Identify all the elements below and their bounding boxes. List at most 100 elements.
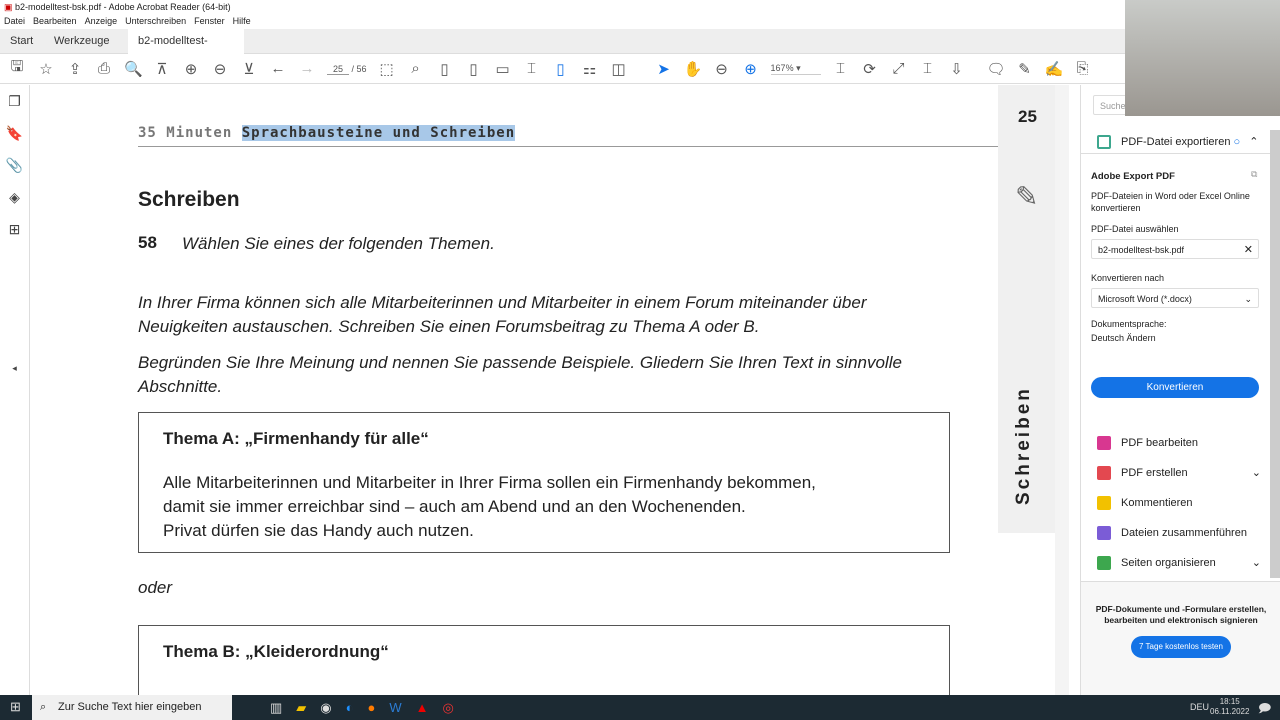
prev-page-icon[interactable]: ⊕	[182, 60, 200, 78]
clock[interactable]: 18:15 06.11.2022	[1210, 697, 1249, 717]
tool-seiten-organisieren[interactable]: Seiten organisieren ⌄	[1081, 548, 1271, 578]
marquee-zoom-icon[interactable]: ⬚	[378, 60, 396, 78]
notification-icon[interactable]: 🗩	[1258, 699, 1271, 720]
bookmark-icon[interactable]: 🔖	[0, 117, 29, 149]
theme-a-line: Alle Mitarbeiterinnen und Mitarbeiter in…	[163, 473, 816, 492]
page-view-icon[interactable]: ▯	[436, 60, 454, 78]
zoom-select[interactable]: 167% ▾	[770, 63, 821, 75]
webcam-overlay	[1125, 0, 1280, 116]
tab-start[interactable]: Start	[10, 29, 33, 54]
last-page-icon[interactable]: ⊻	[240, 60, 258, 78]
task-number: 58	[138, 233, 157, 252]
taskbar: ⊞ ⌕ Zur Suche Text hier eingeben ▥ ▰ ◉ ◐ …	[0, 695, 1280, 720]
clear-icon[interactable]: ✕	[1244, 240, 1253, 260]
layers-icon[interactable]: ◈	[0, 181, 29, 213]
promo-panel: PDF-Dokumente und -Formulare erstellen, …	[1081, 581, 1280, 695]
fit-width-icon[interactable]: ▭	[494, 60, 512, 78]
format-select[interactable]: Microsoft Word (*.docx) ⌄	[1091, 288, 1259, 308]
windows-start-icon[interactable]: ⊞	[10, 699, 21, 715]
star-icon[interactable]: ☆	[37, 60, 55, 78]
organize-pages-icon	[1097, 556, 1111, 570]
two-page-icon[interactable]: ◫	[610, 60, 628, 78]
selected-text[interactable]: Sprachbausteine und Schreiben	[241, 125, 516, 141]
sign-icon[interactable]: ✍	[1045, 60, 1064, 78]
next-page-icon[interactable]: ⊖	[211, 60, 229, 78]
file-explorer-icon[interactable]: ▰	[296, 700, 306, 716]
tool-kommentieren[interactable]: Kommentieren	[1081, 488, 1271, 518]
scroll-mode-icon[interactable]: ⌶	[523, 60, 541, 77]
info-dot-icon: ○	[1233, 136, 1241, 148]
chevron-down-icon[interactable]: ⌄	[1252, 548, 1261, 578]
task-view-icon[interactable]: ▥	[270, 700, 282, 716]
title-bar: ▣ b2-modelltest-bsk.pdf - Adobe Acrobat …	[0, 0, 1280, 14]
acrobat-taskbar-icon[interactable]: ▲	[416, 700, 429, 716]
tool-dateien-zusammenfuehren[interactable]: Dateien zusammenführen	[1081, 518, 1271, 548]
pencil-icon: ✎	[1015, 181, 1039, 212]
page-total: / 56	[351, 63, 367, 74]
firefox-icon[interactable]: ●	[368, 700, 376, 716]
taskbar-search[interactable]: ⌕ Zur Suche Text hier eingeben	[32, 695, 232, 720]
vertical-scrollbar[interactable]	[1055, 85, 1069, 695]
date: 06.11.2022	[1210, 707, 1250, 716]
structure-icon[interactable]: ⊞	[0, 213, 29, 245]
tool-pdf-erstellen[interactable]: PDF erstellen ⌄	[1081, 458, 1271, 488]
page-search-icon[interactable]: ▯	[465, 60, 483, 78]
page-current[interactable]: 25	[327, 63, 350, 75]
rotate-icon[interactable]: ⟳	[861, 60, 879, 78]
expand-arrow-icon[interactable]: ◂	[0, 355, 29, 387]
highlight-icon[interactable]: ✎	[1016, 60, 1034, 78]
menu-hilfe[interactable]: Hilfe	[233, 16, 251, 26]
recorder-icon[interactable]: ◎	[443, 700, 454, 716]
file-field[interactable]: b2-modelltest-bsk.pdf ✕	[1091, 239, 1259, 259]
change-language-link[interactable]: Ändern	[1127, 333, 1156, 343]
print-icon[interactable]: ⎙	[95, 60, 113, 77]
menu-fenster[interactable]: Fenster	[194, 16, 225, 26]
menu-unterschreiben[interactable]: Unterschreiben	[125, 16, 186, 26]
zoom-out-icon[interactable]: ⊖	[713, 60, 731, 78]
fullscreen-icon[interactable]: ⤢	[890, 60, 908, 77]
first-page-icon[interactable]: ⊼	[153, 60, 171, 78]
menu-anzeige[interactable]: Anzeige	[85, 16, 118, 26]
section-time: 35 Minuten	[138, 125, 242, 141]
select-cursor-icon[interactable]: ➤	[655, 60, 673, 78]
collapse-chevron-icon[interactable]: ⌃	[1249, 136, 1258, 148]
save-icon[interactable]: 🖫	[8, 56, 26, 81]
free-trial-button[interactable]: 7 Tage kostenlos testen	[1131, 636, 1231, 658]
single-page-icon[interactable]: ▯	[552, 60, 570, 78]
page-display-icon[interactable]: ⌶	[919, 60, 937, 77]
copy-icon[interactable]: ⧉	[1251, 169, 1257, 180]
create-pdf-icon	[1097, 466, 1111, 480]
chevron-down-icon[interactable]: ⌄	[1252, 458, 1261, 488]
language-label: Dokumentsprache:	[1091, 319, 1167, 329]
comment-icon[interactable]: 🗨	[987, 60, 1006, 78]
read-mode-icon[interactable]: ⇩	[948, 60, 966, 78]
page-input[interactable]: 25 / 56	[327, 63, 367, 75]
edge-icon[interactable]: ◐	[346, 700, 354, 716]
hand-icon[interactable]: ✋	[684, 60, 703, 78]
forward-icon[interactable]: →	[298, 60, 316, 77]
language-indicator[interactable]: DEU	[1190, 702, 1209, 712]
file-select-label: PDF-Datei auswählen	[1091, 224, 1179, 234]
fit-page-icon[interactable]: ⌶	[832, 60, 850, 77]
convert-button[interactable]: Konvertieren	[1091, 377, 1259, 398]
two-page-scroll-icon[interactable]: ⚏	[581, 60, 599, 78]
tab-werkzeuge[interactable]: Werkzeuge	[54, 29, 109, 54]
task-text: Wählen Sie eines der folgenden Themen.	[182, 234, 495, 253]
page-thumbnails-icon[interactable]: ❐	[0, 85, 29, 117]
upload-icon[interactable]: ⇪	[66, 60, 84, 78]
find-icon[interactable]: 🔍	[124, 60, 143, 78]
tab-document[interactable]: b2-modelltest-bsk.... ×	[128, 29, 244, 72]
zoom-search-icon[interactable]: ⌕	[407, 60, 425, 77]
menu-datei[interactable]: Datei	[4, 16, 25, 26]
share-icon[interactable]: ⎘	[1074, 60, 1092, 77]
theme-b-title: Thema B: „Kleiderordnung“	[163, 642, 389, 661]
app-icon[interactable]: ◉	[320, 700, 331, 716]
word-icon[interactable]: W	[389, 700, 401, 716]
menu-bearbeiten[interactable]: Bearbeiten	[33, 16, 77, 26]
tool-pdf-bearbeiten[interactable]: PDF bearbeiten	[1081, 428, 1271, 458]
zoom-in-icon[interactable]: ⊕	[742, 60, 760, 78]
export-header[interactable]: PDF-Datei exportieren ○ ⌃	[1081, 130, 1271, 154]
tools-pane-scrollbar[interactable]	[1270, 130, 1280, 578]
attachment-icon[interactable]: 📎	[0, 149, 29, 181]
back-icon[interactable]: ←	[269, 60, 287, 77]
